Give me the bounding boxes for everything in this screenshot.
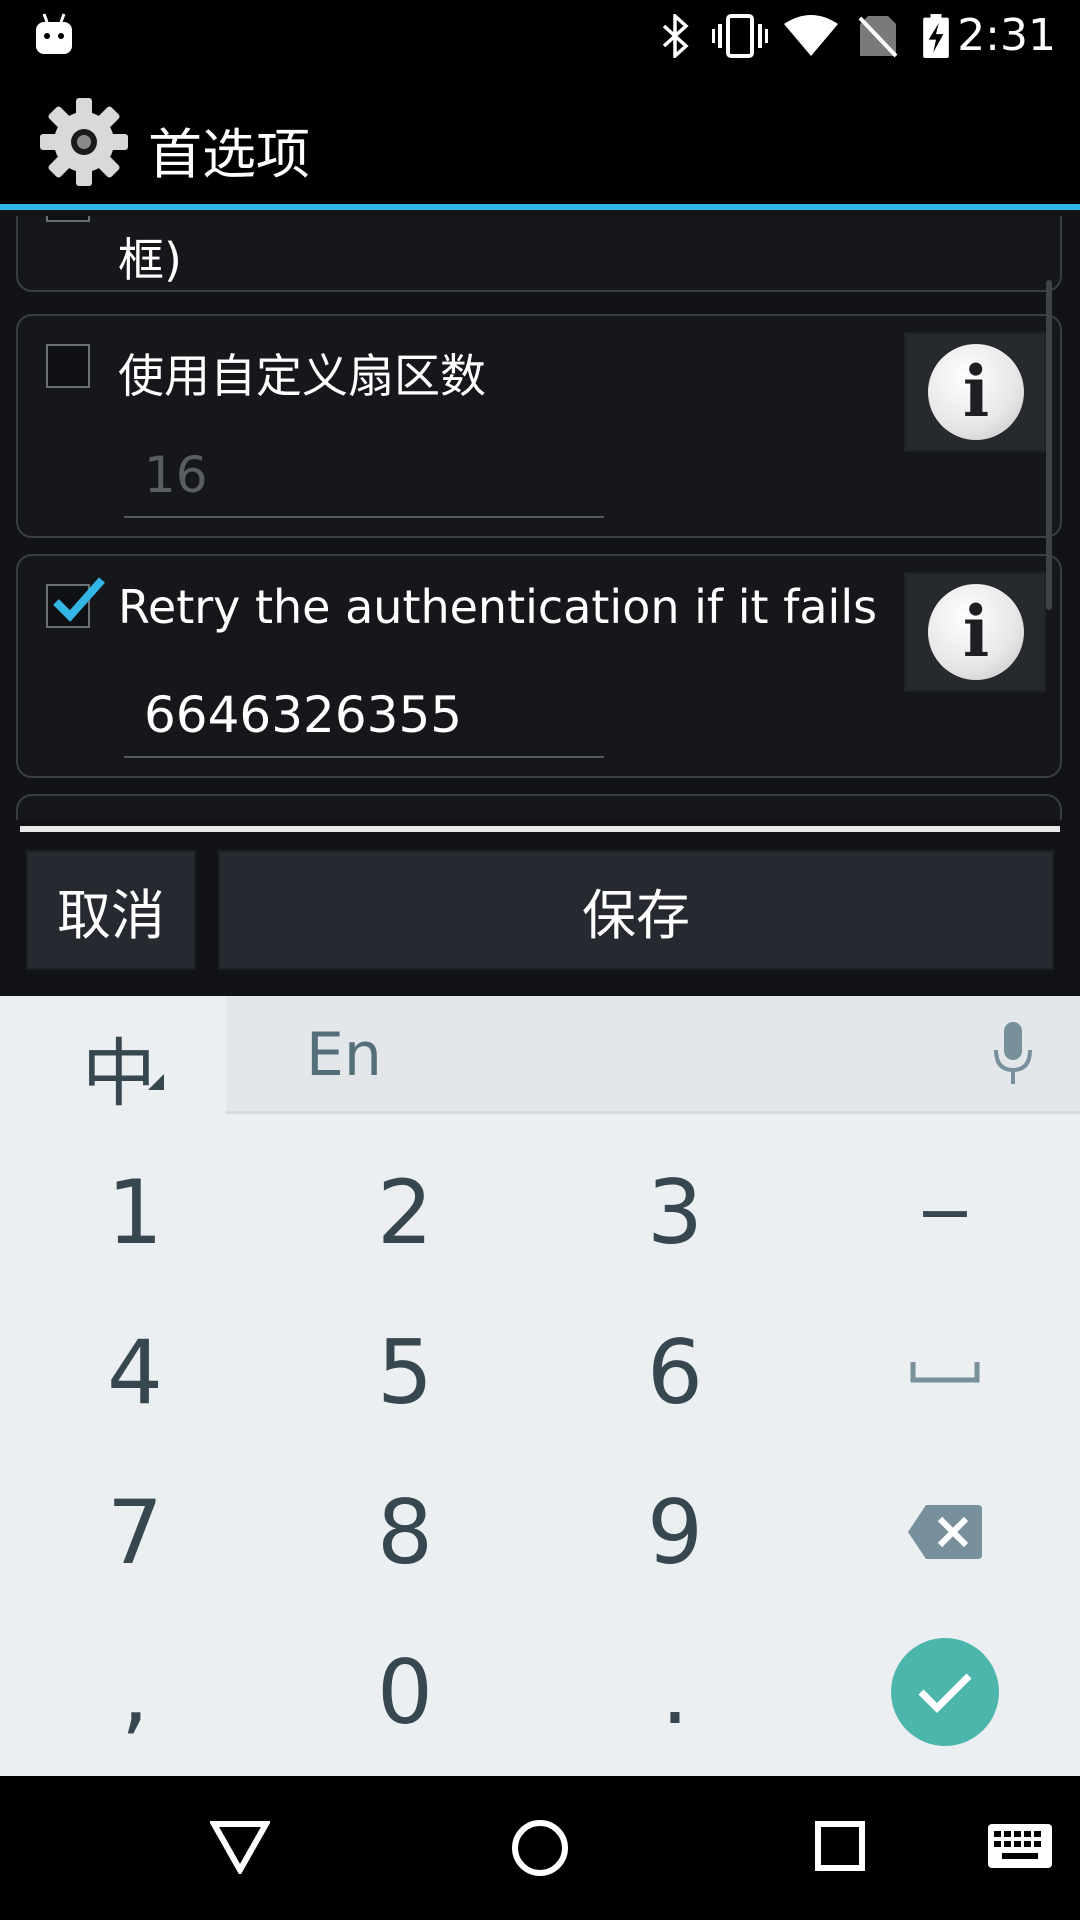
custom-sectors-checkbox[interactable] — [46, 344, 90, 388]
back-icon[interactable] — [210, 1820, 270, 1874]
key-1[interactable]: 1 — [0, 1132, 270, 1292]
sectors-input[interactable]: 16 — [124, 440, 604, 518]
keyboard-icon[interactable] — [988, 1824, 1052, 1868]
key-9[interactable]: 9 — [540, 1452, 810, 1612]
list-item-retry-auth[interactable]: Retry the authentication if it fails 664… — [16, 554, 1062, 778]
key-0[interactable]: 0 — [270, 1612, 540, 1772]
option-label: 框) — [118, 233, 182, 287]
status-bar: 2:31 — [0, 0, 1080, 72]
option-label: Retry the authentication if it fails — [118, 580, 878, 634]
gear-icon[interactable] — [38, 96, 130, 188]
scrollbar[interactable] — [1046, 280, 1052, 610]
key-5[interactable]: 5 — [270, 1292, 540, 1452]
preference-list[interactable]: 框) 使用自定义扇区数 16 i Retry the authenticatio… — [0, 216, 1080, 820]
info-icon: i — [928, 344, 1024, 440]
sectors-value: 16 — [144, 446, 208, 504]
language-switch-key[interactable]: 中 — [0, 996, 226, 1117]
page-title: 首选项 — [148, 123, 310, 186]
navigation-bar — [0, 1776, 1080, 1920]
vibrate-icon — [712, 14, 768, 58]
android-debug-icon — [36, 13, 72, 54]
key-4[interactable]: 4 — [0, 1292, 270, 1452]
check-icon — [53, 577, 105, 622]
soft-keyboard[interactable]: 中 En 1 2 3 − 4 5 6 7 8 9 , 0 . — [0, 996, 1080, 1776]
candidate-text[interactable]: En — [306, 1020, 382, 1090]
backspace-icon — [908, 1505, 982, 1559]
backspace-key[interactable] — [810, 1452, 1080, 1612]
enter-key[interactable] — [810, 1612, 1080, 1772]
enter-button-circle[interactable] — [891, 1638, 999, 1746]
key-2[interactable]: 2 — [270, 1132, 540, 1292]
bluetooth-icon — [662, 14, 689, 58]
key-period[interactable]: . — [540, 1612, 810, 1772]
language-label: 中 — [82, 1031, 156, 1117]
wifi-icon — [784, 15, 838, 56]
key-3[interactable]: 3 — [540, 1132, 810, 1292]
retry-value: 6646326355 — [144, 686, 463, 744]
key-comma[interactable]: , — [0, 1612, 270, 1772]
recents-icon[interactable] — [814, 1820, 866, 1872]
battery-charging-icon — [923, 14, 949, 58]
microphone-icon[interactable] — [992, 1022, 1034, 1086]
list-item-partial[interactable]: 框) — [16, 216, 1062, 292]
clock: 2:31 — [957, 10, 1056, 61]
cancel-button[interactable]: 取消 — [26, 850, 196, 970]
info-button[interactable]: i — [904, 572, 1046, 692]
dialog-buttons: 取消 保存 — [0, 832, 1080, 996]
home-icon[interactable] — [510, 1818, 570, 1878]
space-key[interactable] — [810, 1292, 1080, 1452]
corner-triangle-icon — [148, 1074, 164, 1090]
info-button[interactable]: i — [904, 332, 1046, 452]
candidate-bar[interactable]: En — [226, 996, 1080, 1114]
retry-input[interactable]: 6646326355 — [124, 680, 604, 758]
option-label: 使用自定义扇区数 — [118, 349, 486, 403]
info-icon: i — [928, 584, 1024, 680]
key-6[interactable]: 6 — [540, 1292, 810, 1452]
check-icon — [918, 1673, 972, 1713]
no-sim-icon — [858, 16, 898, 58]
app-bar: 首选项 — [0, 72, 1080, 210]
list-item-partial-bottom[interactable] — [16, 794, 1062, 820]
app-bar-divider — [0, 204, 1080, 210]
list-item-custom-sectors[interactable]: 使用自定义扇区数 16 i — [16, 314, 1062, 538]
retry-auth-checkbox[interactable] — [46, 577, 105, 628]
space-icon — [910, 1362, 980, 1383]
key-7[interactable]: 7 — [0, 1452, 270, 1612]
checkbox[interactable] — [46, 216, 90, 222]
key-8[interactable]: 8 — [270, 1452, 540, 1612]
save-button[interactable]: 保存 — [218, 850, 1054, 970]
key-minus[interactable]: − — [810, 1132, 1080, 1292]
